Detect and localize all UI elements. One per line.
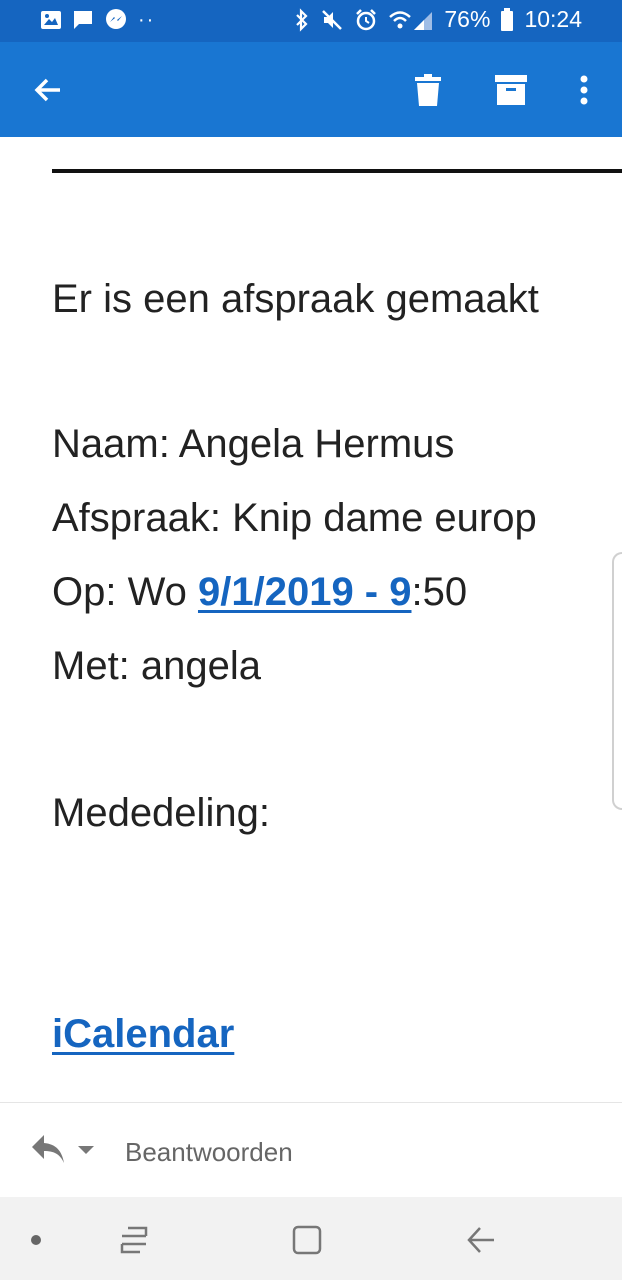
reply-button[interactable]: [30, 1133, 66, 1169]
date-prefix: Op: Wo: [52, 570, 198, 614]
reply-icon: [32, 1135, 64, 1163]
intro-text: Er is een afspraak gemaakt: [52, 277, 539, 321]
with-line: Met: angela: [52, 644, 262, 688]
wifi-signal-icon: [389, 10, 433, 30]
reply-label[interactable]: Beantwoorden: [125, 1137, 293, 1168]
date-link[interactable]: 9/1/2019 - 9: [198, 570, 412, 614]
back-nav-button[interactable]: [458, 1217, 504, 1263]
more-notifications-icon: ··: [138, 8, 156, 31]
system-navigation-bar: [0, 1197, 622, 1280]
icalendar-link[interactable]: iCalendar: [52, 1012, 234, 1057]
reply-options-dropdown[interactable]: [76, 1143, 104, 1163]
date-line: Op: Wo 9/1/2019 - 9:50: [52, 570, 467, 615]
archive-icon: [495, 75, 527, 105]
arrow-left-icon: [34, 78, 60, 102]
notice-line: Mededeling:: [52, 791, 270, 835]
app-bar: [0, 42, 622, 137]
status-bar: ·· 76% 10:24: [0, 0, 622, 42]
archive-button[interactable]: [487, 66, 535, 114]
caret-down-icon: [78, 1146, 94, 1154]
back-nav-icon: [467, 1227, 494, 1253]
trash-icon: [415, 74, 441, 106]
horizontal-rule: [52, 169, 622, 173]
email-body[interactable]: Er is een afspraak gemaakt Naam: Angela …: [0, 137, 622, 1102]
battery-icon: [501, 7, 514, 31]
message-notification-icon: [74, 11, 92, 29]
date-suffix: :50: [411, 570, 468, 614]
bluetooth-icon: [296, 7, 308, 32]
battery-percent: 76%: [444, 6, 491, 32]
appointment-line: Afspraak: Knip dame europ: [52, 496, 537, 540]
home-button[interactable]: [284, 1217, 330, 1263]
name-line: Naam: Angela Hermus: [52, 422, 455, 466]
status-system-icons: 76% 10:24: [294, 6, 582, 33]
messenger-notification-icon: [106, 9, 126, 29]
alarm-icon: [356, 8, 377, 30]
reply-bar: Beantwoorden: [0, 1102, 622, 1198]
status-notification-icons: ··: [40, 8, 155, 32]
home-square-icon: [292, 1225, 322, 1255]
mute-icon: [322, 9, 343, 30]
image-notification-icon: [41, 11, 61, 29]
recent-apps-button[interactable]: [111, 1217, 157, 1263]
back-button[interactable]: [24, 66, 72, 114]
delete-button[interactable]: [404, 66, 452, 114]
nav-dot-button[interactable]: [13, 1217, 59, 1263]
dot-icon: [31, 1235, 41, 1245]
scroll-indicator[interactable]: [612, 552, 622, 810]
recent-apps-icon: [120, 1226, 148, 1254]
clock: 10:24: [524, 6, 582, 32]
more-vert-icon: [580, 75, 588, 105]
more-options-button[interactable]: [560, 66, 608, 114]
